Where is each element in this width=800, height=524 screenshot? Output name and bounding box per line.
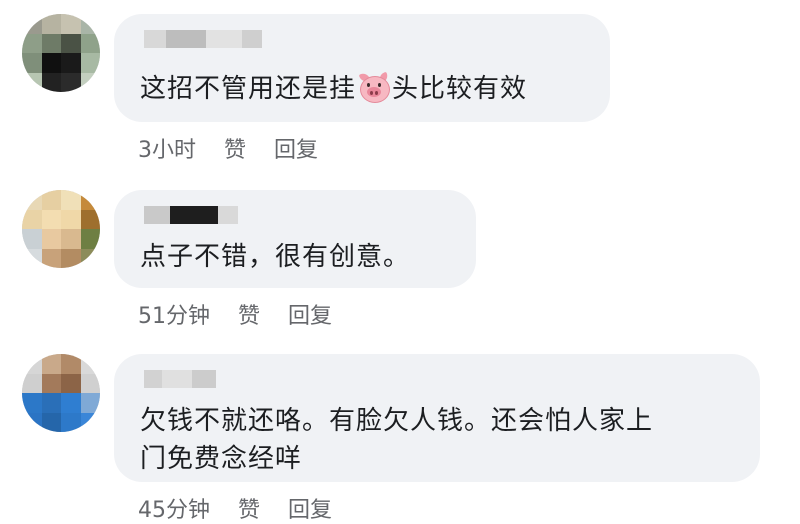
comment-time: 51分钟 [138,304,210,329]
like-button[interactable]: 赞 [238,298,260,330]
comment-bubble: 欠钱不就还咯。有脸欠人钱。还会怕人家上 门免费念经咩 [114,354,760,482]
comment-bubble: 这招不管用还是挂 头比较有效 [114,14,610,122]
author-name[interactable] [144,368,216,390]
comment-meta: 3小时 赞 回复 [138,132,318,164]
like-button[interactable]: 赞 [238,492,260,524]
comment-bubble: 点子不错，很有创意。 [114,190,476,288]
comment-meta: 45分钟 赞 回复 [138,492,332,524]
author-name[interactable] [144,28,262,50]
pig-face-emoji [358,71,391,103]
author-name[interactable] [144,204,238,226]
comment-text: 这招不管用还是挂 头比较有效 [140,70,527,108]
comment-time: 3小时 [138,138,196,163]
like-button[interactable]: 赞 [224,132,246,164]
reply-button[interactable]: 回复 [274,132,318,164]
comment-text: 点子不错，很有创意。 [140,242,411,272]
avatar[interactable] [22,190,100,268]
avatar[interactable] [22,354,100,432]
reply-button[interactable]: 回复 [288,298,332,330]
comment-meta: 51分钟 赞 回复 [138,298,332,330]
reply-button[interactable]: 回复 [288,492,332,524]
avatar[interactable] [22,14,100,92]
comment-text: 欠钱不就还咯。有脸欠人钱。还会怕人家上 门免费念经咩 [140,406,654,474]
comment-time: 45分钟 [138,498,210,523]
